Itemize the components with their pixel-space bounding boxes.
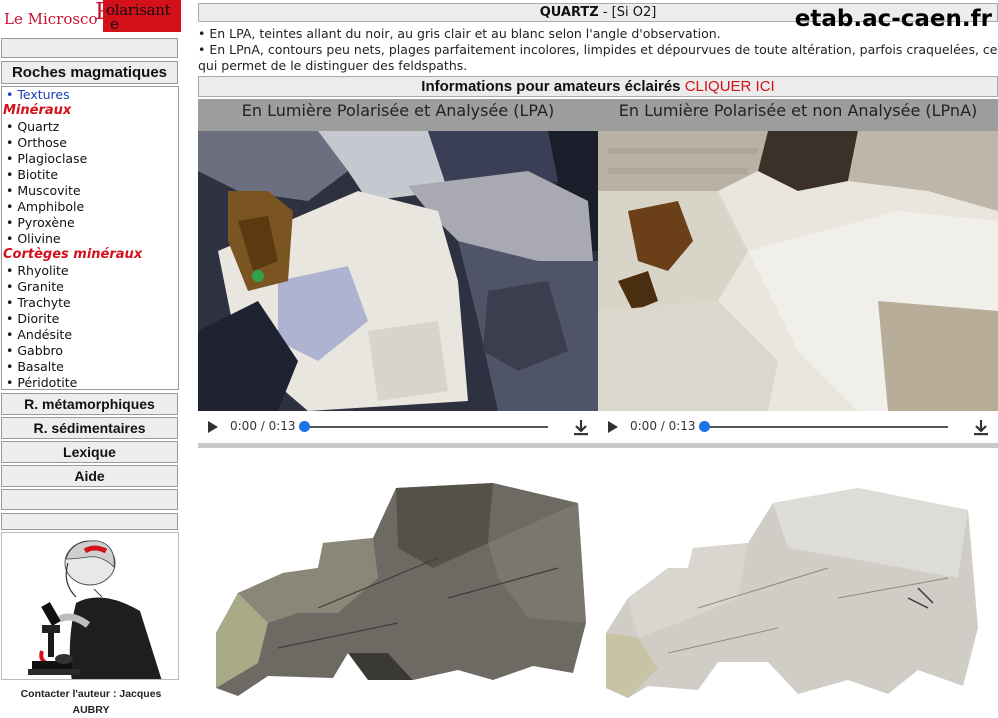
menu-item-biotite[interactable]: • Biotite [6, 167, 58, 183]
lpna-thin-section-image [598, 448, 998, 718]
menu-item-amphibole[interactable]: • Amphibole [6, 199, 84, 215]
lpna-time-readout: 0:00 / 0:13 [630, 419, 696, 433]
author-portrait-image [1, 532, 179, 680]
lpna-seek-track[interactable] [704, 426, 948, 428]
magmatic-rocks-button[interactable]: Roches magmatiques [1, 61, 178, 84]
lpa-seek-track[interactable] [304, 426, 548, 428]
mineral-description: • En LPA, teintes allant du noir, au gri… [198, 26, 998, 74]
contact-line-2: AUBRY [72, 704, 110, 716]
sidebar: Le Microsco P olarisant e Roches magmati… [0, 0, 182, 718]
lpna-video[interactable] [598, 131, 998, 411]
menu-item-pyroxene[interactable]: • Pyroxène [6, 215, 75, 231]
metamorphic-rocks-button[interactable]: R. métamorphiques [1, 393, 178, 415]
menu-item-andesite[interactable]: • Andésite [6, 327, 72, 343]
lpa-panel-title: En Lumière Polarisée et Analysée (LPA) [198, 99, 598, 131]
sidebar-blank-button[interactable] [1, 38, 178, 58]
lpa-thin-section-image [198, 448, 598, 718]
lpa-download-icon[interactable] [572, 418, 590, 436]
sidebar-blank-button-3[interactable] [1, 513, 178, 530]
menu-item-orthose[interactable]: • Orthose [6, 135, 67, 151]
mineral-name: QUARTZ [539, 5, 599, 20]
site-logo[interactable]: Le Microsco P olarisant e [0, 0, 182, 34]
lpna-download-icon[interactable] [972, 418, 990, 436]
menu-item-peridotite[interactable]: • Péridotite [6, 375, 77, 391]
menu-item-granite[interactable]: • Granite [6, 279, 64, 295]
contact-line-1: Contacter l'auteur : Jacques [20, 688, 162, 700]
lpa-seek-knob[interactable] [299, 421, 310, 432]
menu-section-mineral-suites: Cortèges minéraux [3, 247, 143, 262]
magmatic-menu: • Textures Minéraux • Quartz • Orthose •… [1, 86, 179, 390]
lpna-seek-knob[interactable] [699, 421, 710, 432]
menu-item-rhyolite[interactable]: • Rhyolite [6, 263, 69, 279]
menu-section-minerals: Minéraux [3, 103, 72, 118]
menu-item-diorite[interactable]: • Diorite [6, 311, 59, 327]
lpa-time-readout: 0:00 / 0:13 [230, 419, 296, 433]
info-bar: Informations pour amateurs éclairés CLIQ… [198, 76, 998, 97]
info-text: Informations pour amateurs éclairés [421, 78, 685, 95]
lpa-video[interactable] [198, 131, 598, 411]
menu-item-muscovite[interactable]: • Muscovite [6, 183, 81, 199]
lpna-panel-title: En Lumière Polarisée et non Analysée (LP… [598, 99, 998, 131]
lpna-play-icon[interactable] [608, 421, 618, 433]
lpna-video-controls: 0:00 / 0:13 [598, 411, 998, 443]
contact-author-link[interactable]: Contacter l'auteur : Jacques AUBRY [0, 686, 182, 718]
help-button[interactable]: Aide [1, 465, 178, 487]
lpa-video-controls: 0:00 / 0:13 [198, 411, 598, 443]
menu-item-quartz[interactable]: • Quartz [6, 119, 59, 135]
lpa-play-icon[interactable] [208, 421, 218, 433]
sedimentary-rocks-button[interactable]: R. sédimentaires [1, 417, 178, 439]
sidebar-blank-button-2[interactable] [1, 489, 178, 510]
description-lpna: • En LPnA, contours peu nets, plages par… [198, 42, 998, 73]
menu-item-gabbro[interactable]: • Gabbro [6, 343, 63, 359]
click-here-link[interactable]: CLIQUER ICI [685, 78, 775, 95]
mineral-formula: - [Si O2] [598, 5, 657, 20]
description-lpa: • En LPA, teintes allant du noir, au gri… [198, 26, 721, 41]
menu-item-olivine[interactable]: • Olivine [6, 231, 61, 247]
menu-item-trachyte[interactable]: • Trachyte [6, 295, 71, 311]
menu-item-basalte[interactable]: • Basalte [6, 359, 64, 375]
logo-text-part3: e [110, 15, 119, 33]
menu-link-textures[interactable]: • Textures [6, 87, 70, 103]
lexicon-button[interactable]: Lexique [1, 441, 178, 463]
logo-text-part1: Le Microsco [4, 10, 98, 28]
menu-item-plagioclase[interactable]: • Plagioclase [6, 151, 87, 167]
